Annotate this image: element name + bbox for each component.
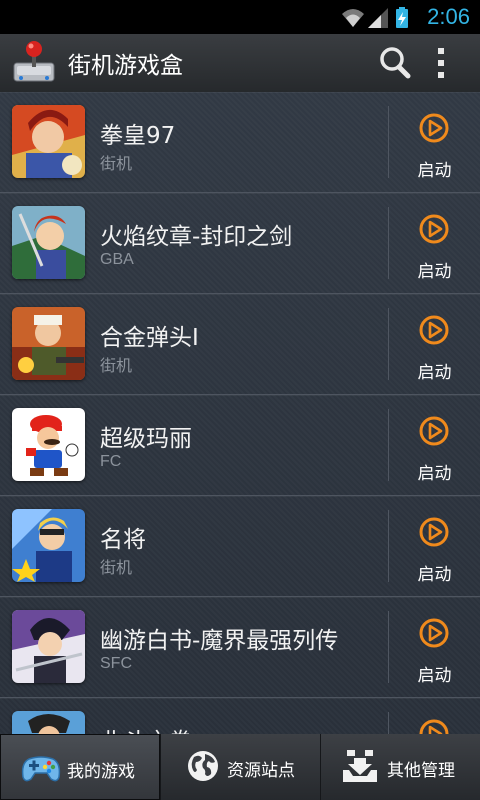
game-row[interactable]: 名将 街机 启动 xyxy=(0,496,480,597)
game-platform: FC xyxy=(100,453,122,470)
launch-label: 启动 xyxy=(417,161,452,181)
launch-button[interactable]: 启动 xyxy=(389,193,480,293)
game-title: 名将 xyxy=(100,527,146,553)
game-title: 合金弹头I xyxy=(100,325,199,351)
app-title: 街机游戏盒 xyxy=(68,53,183,79)
tab-label: 其他管理 xyxy=(387,761,455,781)
game-row[interactable]: 幽游白书-魔界最强列传 SFC 启动 xyxy=(0,597,480,698)
game-platform: 街机 xyxy=(100,358,133,375)
launch-label: 启动 xyxy=(417,363,452,383)
launch-button[interactable]: 启动 xyxy=(389,496,480,596)
game-row[interactable]: 北斗之拳 启动 xyxy=(0,698,480,734)
game-thumbnail-metal-slug[interactable] xyxy=(12,307,85,380)
download-tray-icon xyxy=(341,748,379,788)
status-time: 2:06 xyxy=(427,4,470,29)
game-title: 北斗之拳 xyxy=(100,722,192,734)
launch-button[interactable]: 启动 xyxy=(389,395,480,495)
gamepad-icon xyxy=(21,751,61,789)
game-title: 拳皇97 xyxy=(100,123,176,149)
tab-label: 我的游戏 xyxy=(67,762,135,782)
game-thumbnail-kof97[interactable] xyxy=(12,105,85,178)
game-row[interactable]: 超级玛丽 FC 启动 xyxy=(0,395,480,496)
game-platform: 街机 xyxy=(100,156,133,173)
action-bar: 街机游戏盒 xyxy=(0,34,480,94)
game-platform: SFC xyxy=(100,655,132,672)
game-thumbnail-yuyu-hakusho[interactable] xyxy=(12,610,85,683)
game-title: 火焰纹章-封印之剑 xyxy=(100,224,293,250)
play-circle-icon xyxy=(419,214,449,244)
play-circle-icon xyxy=(419,416,449,446)
launch-button[interactable]: 启动 xyxy=(389,92,480,192)
game-thumbnail-mario[interactable] xyxy=(12,408,85,481)
search-icon[interactable] xyxy=(377,44,413,82)
launch-label: 启动 xyxy=(417,565,452,585)
play-circle-icon xyxy=(419,719,449,734)
play-circle-icon xyxy=(419,113,449,143)
launch-button[interactable]: 启动 xyxy=(389,294,480,394)
tab-my-games[interactable]: 我的游戏 xyxy=(0,734,160,800)
launch-label: 启动 xyxy=(417,464,452,484)
overflow-menu-icon[interactable] xyxy=(426,44,456,82)
game-title: 超级玛丽 xyxy=(100,426,192,452)
game-platform: GBA xyxy=(100,251,134,268)
game-row[interactable]: 拳皇97 街机 启动 xyxy=(0,92,480,193)
wifi-icon xyxy=(342,9,364,27)
game-row[interactable]: 合金弹头I 街机 启动 xyxy=(0,294,480,395)
game-platform: 街机 xyxy=(100,560,133,577)
tab-other-management[interactable]: 其他管理 xyxy=(320,734,480,800)
game-thumbnail-hokuto-no-ken[interactable] xyxy=(12,711,85,734)
launch-button[interactable]: 启动 xyxy=(389,597,480,697)
play-circle-icon xyxy=(419,315,449,345)
bottom-tab-bar: 我的游戏 资源站点 其他管理 xyxy=(0,734,480,800)
launch-button[interactable]: 启动 xyxy=(389,698,480,734)
game-title: 幽游白书-魔界最强列传 xyxy=(100,628,339,654)
play-circle-icon xyxy=(419,618,449,648)
battery-icon xyxy=(396,7,408,28)
globe-icon xyxy=(185,748,221,788)
status-icons xyxy=(340,6,414,28)
game-thumbnail-fire-emblem[interactable] xyxy=(12,206,85,279)
game-list[interactable]: 拳皇97 街机 启动 火焰纹章-封印之剑 GBA 启动 合金弹头I 街机 启动 … xyxy=(0,92,480,734)
arcade-joystick-icon[interactable] xyxy=(12,39,56,85)
tab-resource-sites[interactable]: 资源站点 xyxy=(160,734,320,800)
game-thumbnail-captain-commando[interactable] xyxy=(12,509,85,582)
launch-label: 启动 xyxy=(417,262,452,282)
game-row[interactable]: 火焰纹章-封印之剑 GBA 启动 xyxy=(0,193,480,294)
play-circle-icon xyxy=(419,517,449,547)
launch-label: 启动 xyxy=(417,666,452,686)
status-bar: 2:06 xyxy=(0,0,480,34)
tab-label: 资源站点 xyxy=(227,761,295,781)
signal-icon xyxy=(368,8,388,28)
